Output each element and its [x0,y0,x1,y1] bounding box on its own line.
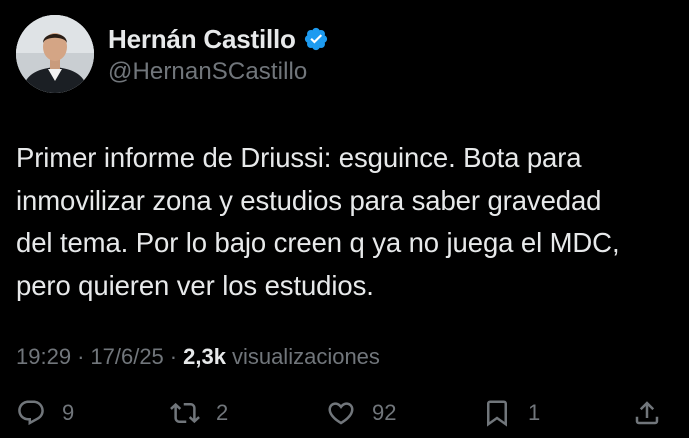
tweet-meta: 19:29 · 17/6/25 · 2,3k visualizaciones [16,344,380,370]
bookmark-button[interactable]: 1 [482,398,540,428]
reply-button[interactable]: 9 [16,398,74,428]
retweet-button[interactable]: 2 [170,398,228,428]
avatar[interactable] [16,15,94,93]
retweet-icon [170,402,200,424]
views-count[interactable]: 2,3k [183,344,226,370]
views-label: visualizaciones [231,344,380,369]
bookmark-icon [487,400,507,427]
verified-badge-icon[interactable] [303,26,329,52]
heart-icon [328,402,354,425]
reply-icon [18,400,44,426]
avatar-image [16,15,94,93]
tweet-text: Primer informe de Driussi: esguince. Bot… [16,142,620,301]
tweet-date[interactable]: 17/6/25 [90,344,163,370]
like-count: 92 [372,400,397,425]
meta-separator: · [77,344,85,369]
meta-separator: · [169,344,178,369]
bookmark-count: 1 [528,400,541,425]
author-name-row: Hernán Castillo [108,22,329,56]
action-bar: 9 2 92 1 [0,398,689,438]
tweet-card: Hernán Castillo @HernanSCastillo Primer … [0,0,689,428]
share-icon [635,401,659,425]
author-handle[interactable]: @HernanSCastillo [108,58,329,86]
retweet-count: 2 [216,400,229,425]
author-info: Hernán Castillo @HernanSCastillo [108,22,329,86]
like-button[interactable]: 92 [326,398,396,428]
reply-count: 9 [62,400,75,425]
tweet-time[interactable]: 19:29 [16,344,71,370]
author-display-name[interactable]: Hernán Castillo [108,24,296,55]
share-button[interactable] [632,398,662,428]
